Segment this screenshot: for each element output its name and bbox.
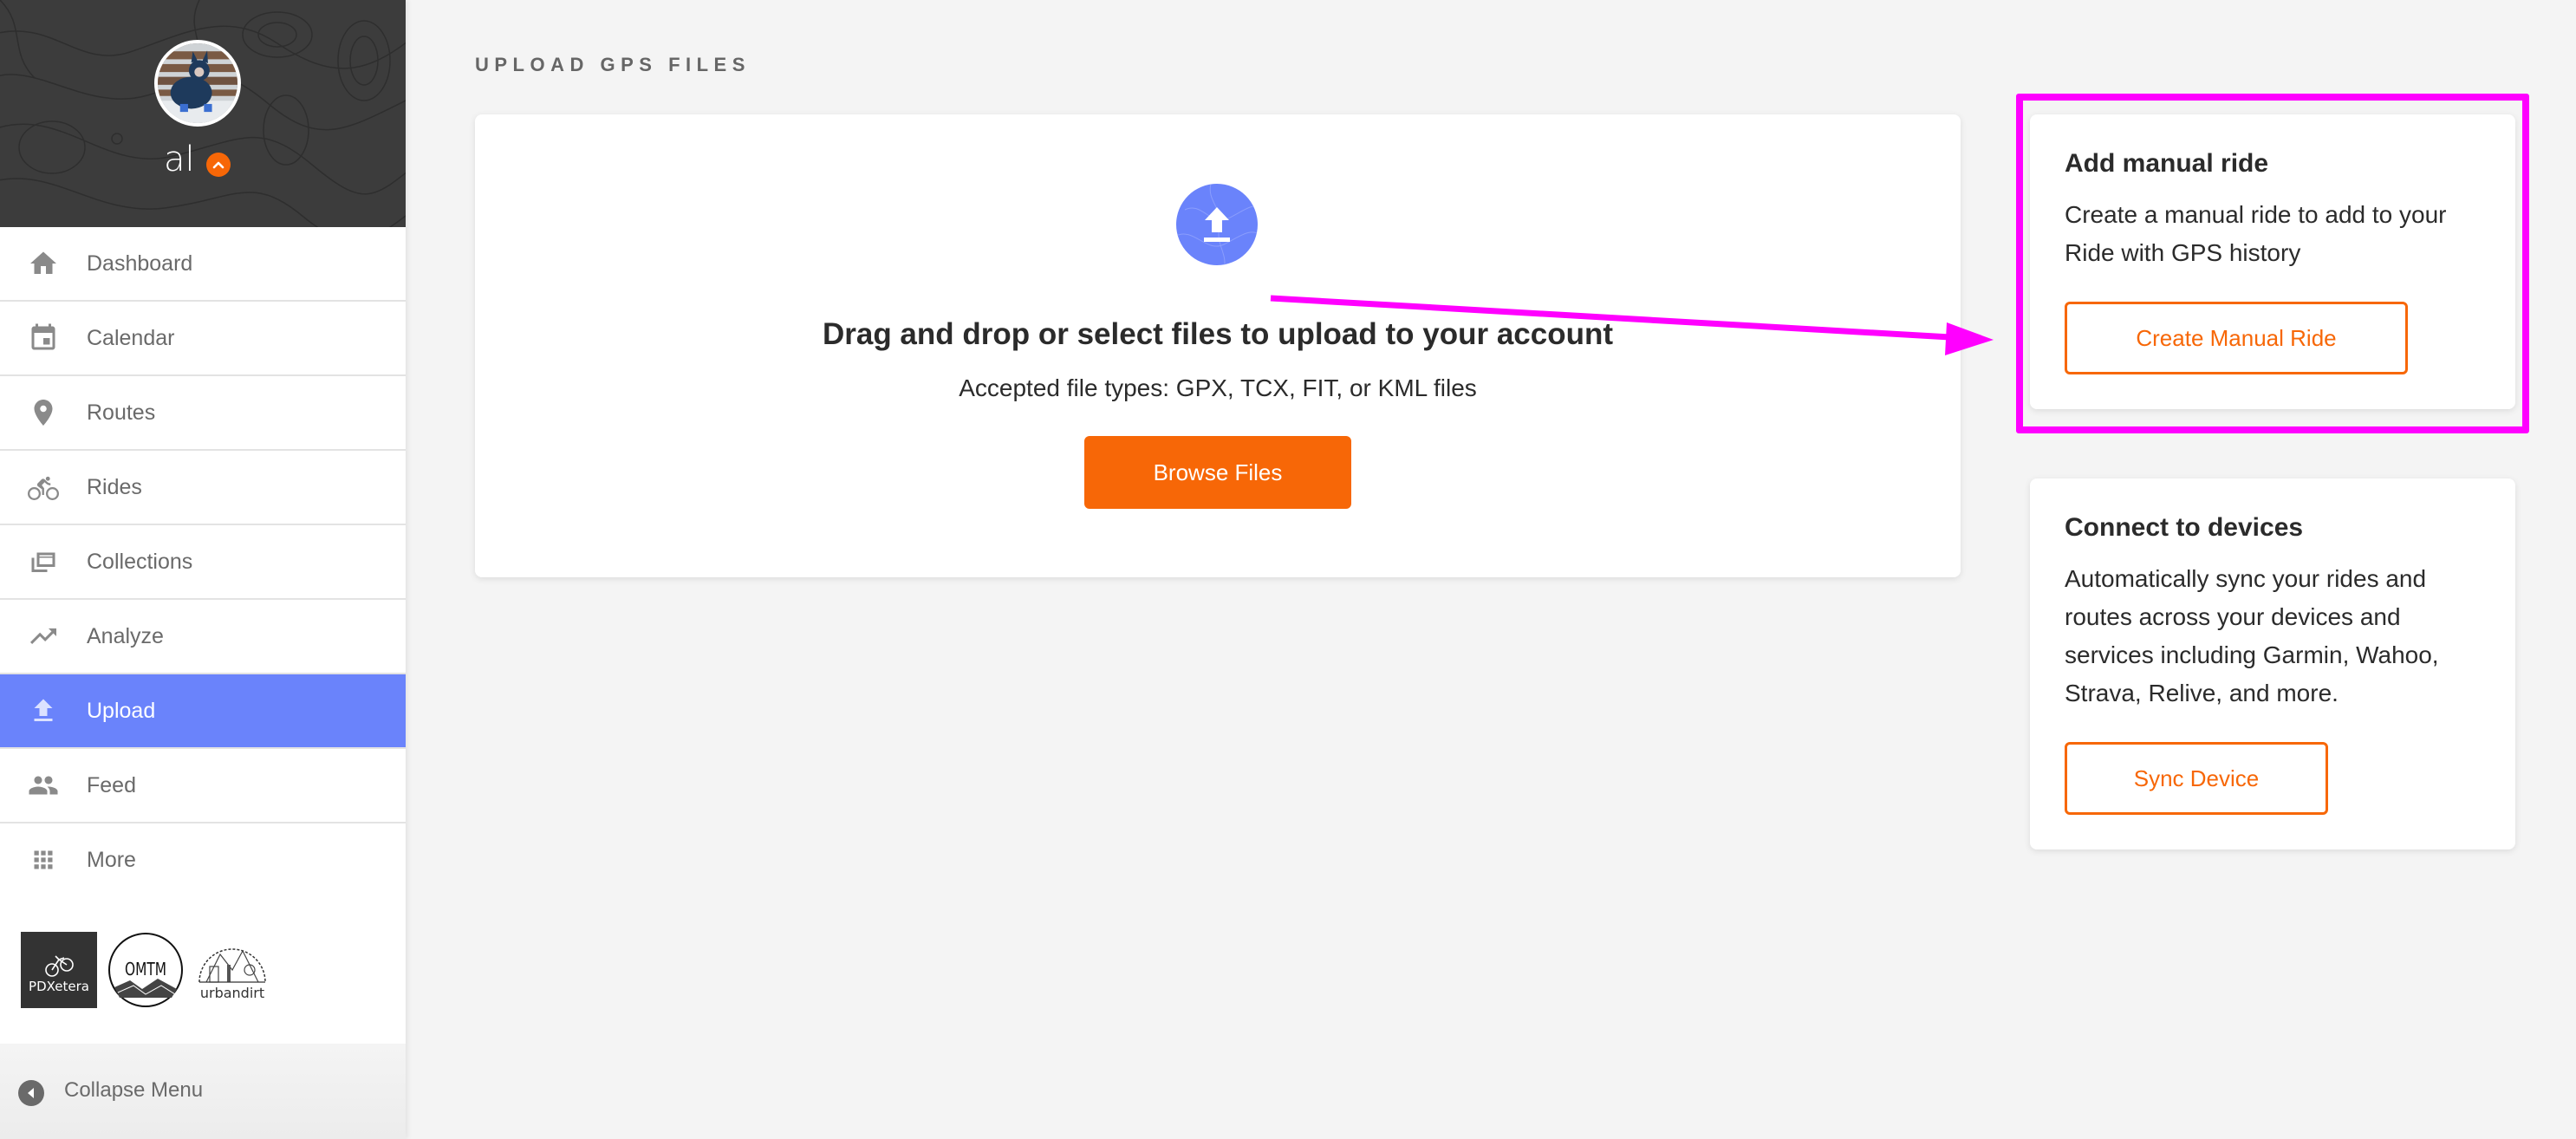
upload-heading: Drag and drop or select files to upload … [822,317,1614,351]
sidebar-item-label: More [87,847,136,872]
club-logo-text: PDXetera [29,979,89,994]
collapse-menu-label: Collapse Menu [64,1078,204,1102]
connect-devices-card: Connect to devices Automatically sync yo… [2030,478,2515,849]
sidebar-item-label: Collections [87,549,193,574]
sidebar-item-label: Rides [87,474,142,499]
sidebar-item-routes[interactable]: Routes [0,376,406,451]
sidebar-item-label: Routes [87,400,156,425]
sidebar-item-label: Analyze [87,623,164,648]
collapse-menu-button[interactable]: Collapse Menu [0,1044,406,1139]
user-name[interactable]: al [164,139,195,180]
avatar[interactable] [154,40,241,127]
people-icon [28,770,59,801]
club-logo-pdxetera[interactable]: PDXetera [21,932,97,1008]
sidebar-item-more[interactable]: More [0,823,406,898]
sidebar-item-feed[interactable]: Feed [0,749,406,823]
sidebar-item-analyze[interactable]: Analyze [0,600,406,674]
sync-device-button[interactable]: Sync Device [2065,742,2328,815]
collections-icon [28,546,59,577]
page-title: UPLOAD GPS FILES [475,54,751,75]
sidebar-item-label: Dashboard [87,251,193,276]
sidebar-item-label: Calendar [87,325,175,350]
manual-ride-title: Add manual ride [2065,149,2269,178]
accepted-file-types: Accepted file types: GPX, TCX, FIT, or K… [959,374,1477,401]
sidebar-nav: Dashboard Calendar Routes Rides Collecti… [0,227,406,898]
sidebar-item-label: Feed [87,772,136,797]
club-logo-omtm[interactable]: OMTM [107,932,184,1008]
connect-devices-description: Automatically sync your rides and routes… [2065,565,2439,706]
profile-header: al [0,0,406,227]
create-manual-ride-button[interactable]: Create Manual Ride [2065,302,2408,374]
browse-files-button[interactable]: Browse Files [1084,436,1351,509]
upload-icon [28,695,59,726]
sidebar-item-dashboard[interactable]: Dashboard [0,227,406,302]
avatar-image [158,43,237,123]
sidebar-item-rides[interactable]: Rides [0,451,406,525]
home-icon [28,248,59,279]
club-logo-text: urbandirt [200,985,264,1001]
chevron-up-icon [212,161,224,169]
club-logo-urbandirt[interactable]: urbandirt [194,932,270,1008]
trending-up-icon [28,621,59,652]
calendar-icon [28,322,59,354]
manual-ride-description: Create a manual ride to add to your Ride… [2065,201,2447,266]
location-pin-icon [28,397,59,428]
sidebar-item-label: Upload [87,698,156,723]
sidebar: al Dashboard Calendar Routes Rides Colle… [0,0,406,1139]
connect-devices-title: Connect to devices [2065,513,2304,542]
profile-menu-toggle[interactable] [206,153,231,177]
club-logos: PDXetera OMTM urbandirt [0,896,406,1044]
manual-ride-card: Add manual ride Create a manual ride to … [2030,114,2515,409]
sidebar-item-upload[interactable]: Upload [0,674,406,749]
club-logo-text: OMTM [125,959,166,980]
grid-icon [28,844,59,875]
sidebar-item-collections[interactable]: Collections [0,525,406,600]
sidebar-item-calendar[interactable]: Calendar [0,302,406,376]
upload-circle-icon [1176,184,1258,265]
cyclist-icon [28,472,59,503]
collapse-left-icon [18,1080,44,1106]
